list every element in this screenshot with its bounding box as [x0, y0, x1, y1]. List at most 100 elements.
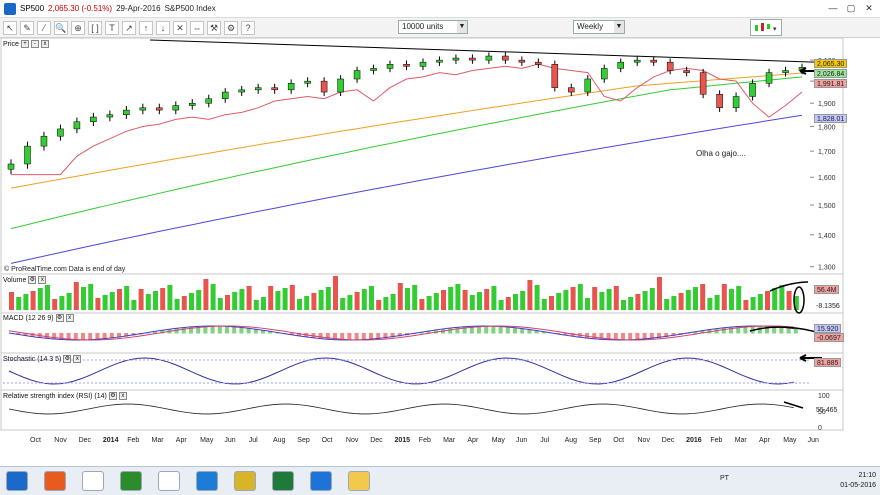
arrow-icon[interactable]: ↗ [122, 20, 136, 35]
chevron-down-icon[interactable]: ▼ [614, 21, 624, 33]
chevron-down-icon[interactable]: ▼ [457, 21, 467, 33]
file-explorer-icon[interactable] [82, 471, 104, 491]
volume-bar [318, 290, 324, 310]
language-indicator[interactable]: PT [720, 475, 729, 482]
settings-icon[interactable]: ⚙ [224, 20, 238, 35]
volume-bar [484, 289, 490, 310]
system-clock[interactable]: 21:10 01-05-2016 [840, 471, 876, 491]
measure-icon[interactable]: ⇔ [190, 20, 204, 35]
candle-up [419, 61, 427, 67]
bracket-icon[interactable]: [ ] [88, 20, 102, 35]
arrow-up-icon[interactable]: ↑ [139, 20, 153, 35]
candle-up [601, 68, 608, 80]
app-circle-icon[interactable] [196, 471, 218, 491]
volume-bar [405, 288, 410, 310]
prorealtime-icon[interactable] [234, 471, 256, 491]
wrench-icon[interactable]: ⚙ [63, 355, 72, 363]
volume-bar [743, 300, 749, 310]
volume-tag: 56.4M [814, 285, 840, 294]
media-player-icon[interactable] [44, 471, 66, 491]
clock-date: 01-05-2016 [840, 482, 876, 489]
zoom-in-icon[interactable]: + [20, 40, 29, 48]
cursor-icon[interactable]: ↖ [3, 20, 17, 35]
svg-text:▾: ▾ [773, 26, 777, 33]
volume-bar [441, 290, 446, 310]
sma-blue-tag: 1,828.01 [814, 114, 848, 123]
volume-bar [232, 292, 238, 310]
candle-down [650, 59, 657, 63]
candle-down [666, 61, 674, 71]
edge-icon[interactable] [310, 471, 332, 491]
volume-bar [513, 294, 518, 310]
candle-up [73, 121, 81, 130]
paint-icon[interactable] [348, 471, 370, 491]
candle-up [436, 59, 443, 63]
volume-bar [376, 300, 382, 310]
macd-histogram-bar [513, 327, 517, 334]
macd-histogram-bar [484, 326, 489, 334]
chart-svg[interactable]: 2,1002,0001,9001,8001,7001,6001,5001,400… [0, 38, 880, 448]
volume-bar [462, 290, 468, 310]
volume-bar [505, 297, 511, 310]
close-icon[interactable]: x [38, 276, 47, 284]
volume-bar [549, 296, 554, 310]
volume-panel-label: Volume [3, 276, 27, 284]
x-axis-label: Sep [297, 437, 310, 444]
clock-time: 21:10 [858, 472, 876, 479]
search-icon[interactable]: 🔍 [54, 20, 68, 35]
wrench-icon[interactable]: ⚙ [55, 314, 64, 322]
minimize-button[interactable]: — [826, 2, 840, 14]
pencil-icon[interactable]: ✎ [20, 20, 34, 35]
x-axis-label: Jun [516, 437, 527, 444]
volume-bar [297, 299, 302, 310]
volume-bar [383, 297, 389, 310]
excel-icon[interactable] [272, 471, 294, 491]
wrench-icon[interactable]: ⚙ [28, 276, 37, 284]
volume-bar [88, 284, 94, 310]
draw-icon[interactable]: ⁄ [37, 20, 51, 35]
app-icon[interactable] [120, 471, 142, 491]
candle-up [485, 55, 493, 61]
chart-area[interactable]: 2,1002,0001,9001,8001,7001,6001,5001,400… [0, 38, 880, 448]
volume-bar [426, 296, 432, 310]
macd-histogram-bar [210, 326, 215, 334]
candle-up [123, 109, 130, 115]
macd-histogram-bar [448, 328, 453, 334]
zoom-icon[interactable]: ⊕ [71, 20, 85, 35]
close-icon[interactable]: x [118, 392, 127, 400]
cross-icon[interactable]: ✕ [173, 20, 187, 35]
zoom-out-icon[interactable]: - [30, 40, 39, 48]
x-axis-label: 2014 [103, 437, 119, 444]
volume-bar [174, 299, 180, 310]
y-tick-label: 1,800 [818, 125, 836, 132]
symbol-label: SP500 [20, 4, 45, 13]
wrench-icon[interactable]: ⚙ [108, 392, 117, 400]
stochastic-panel-header: Stochastic (14 3 5) ⚙ x [3, 355, 82, 363]
candle-up [24, 145, 31, 165]
volume-bar [52, 299, 58, 310]
volume-bar [117, 289, 122, 310]
macd-histogram-bar [491, 326, 496, 334]
sma-green-tag: 2,026.84 [814, 69, 848, 78]
period-select[interactable]: Weekly ▼ [573, 20, 625, 34]
volume-bar [311, 293, 317, 310]
x-axis-label: Mar [735, 437, 748, 444]
maximize-button[interactable]: ▢ [844, 2, 858, 14]
arrow-down-icon[interactable]: ↓ [156, 20, 170, 35]
close-icon[interactable]: x [65, 314, 74, 322]
chrome-icon[interactable] [158, 471, 180, 491]
start-icon[interactable] [6, 471, 28, 491]
close-icon[interactable]: x [40, 40, 49, 48]
units-select[interactable]: 10000 units ▼ [398, 20, 468, 34]
volume-bar [412, 285, 418, 310]
candle-up [189, 102, 196, 106]
y-tick-label: 1,300 [818, 265, 836, 272]
help-icon[interactable]: ? [241, 20, 255, 35]
rsi-y-tick-label: 0 [818, 425, 822, 432]
close-button[interactable]: ✕ [862, 2, 876, 14]
close-icon[interactable]: x [73, 355, 82, 363]
chart-type-button[interactable]: ▾ [750, 19, 782, 36]
tools-icon[interactable]: ⚒ [207, 20, 221, 35]
volume-bar [721, 284, 727, 310]
text-icon[interactable]: T [105, 20, 119, 35]
